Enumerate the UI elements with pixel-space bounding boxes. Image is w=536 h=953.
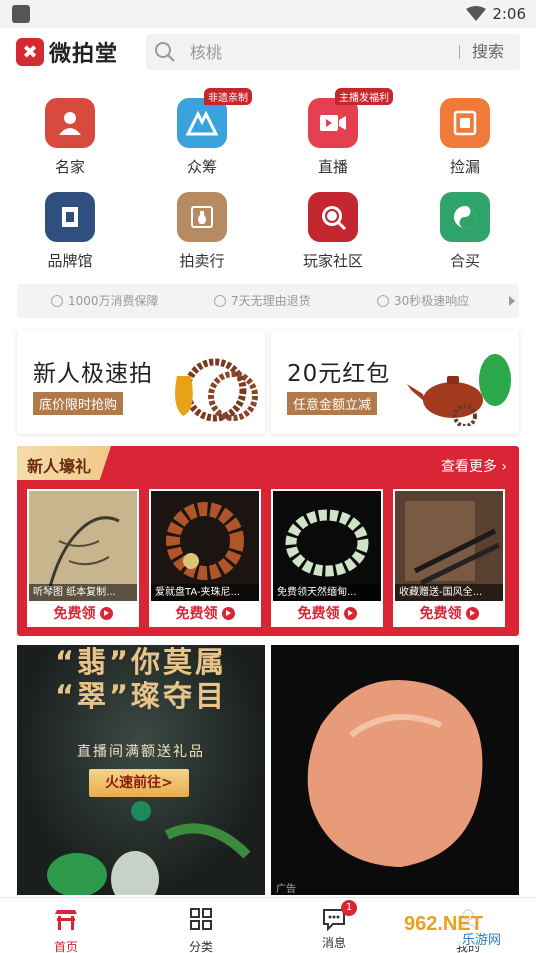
jade-live-banner[interactable]: “翡”你莫属 “翠”璨夺目 直播间满额送礼品 火速前往>: [17, 645, 265, 895]
watermark-sub: 乐游网: [462, 933, 501, 948]
promo-subtitle: 底价限时抢购: [33, 392, 124, 415]
logo-text: 微拍堂: [49, 42, 119, 67]
category-label: 合买: [449, 252, 480, 270]
notification-icon: [12, 5, 30, 23]
guarantee-item: 1000万消费保障: [51, 284, 159, 318]
category-badge: 非遗亲制: [204, 88, 252, 105]
crowdfund-icon: 非遗亲制: [177, 88, 252, 148]
wifi-icon: [466, 6, 486, 21]
category-auction-house[interactable]: 拍卖行: [157, 192, 247, 271]
app-logo[interactable]: ✖ 微拍堂: [16, 38, 119, 67]
category-community[interactable]: 玩家社区: [288, 192, 378, 271]
gift-caption: 免费领天然缅甸...: [273, 584, 381, 601]
site-watermark: 962.NET 乐游网: [398, 908, 530, 948]
nav-category[interactable]: 分类: [161, 898, 241, 953]
search-bar[interactable]: 搜索: [146, 34, 520, 70]
gift-caption: 爱就盘TA-夹珠尼...: [151, 584, 259, 601]
community-icon: [308, 192, 358, 242]
go-now-button[interactable]: 火速前往>: [89, 769, 189, 797]
app-header: ✖ 微拍堂 搜索: [0, 28, 536, 78]
nav-messages[interactable]: 1 消息: [294, 898, 374, 953]
arrow-circle-icon: [343, 606, 357, 620]
yin-yang-icon: [440, 192, 490, 242]
category-bargain[interactable]: 捡漏: [420, 98, 510, 177]
teapot-jade-image: [407, 354, 511, 426]
search-button[interactable]: 搜索: [472, 34, 504, 70]
category-badge: 主播发福利: [335, 88, 393, 105]
category-live[interactable]: 主播发福利 直播: [288, 88, 393, 177]
category-label: 拍卖行: [179, 252, 225, 270]
banner-subtitle: 直播间满额送礼品: [77, 744, 205, 760]
guarantee-item: 7天无理由退货: [214, 284, 311, 318]
amber-beads-image: [175, 358, 258, 422]
claim-free-button[interactable]: 免费领: [27, 603, 139, 625]
shield-icon: [51, 295, 63, 307]
category-label: 玩家社区: [302, 252, 363, 270]
nav-label: 消息: [321, 936, 346, 950]
category-brand-hall[interactable]: 品牌馆: [25, 192, 115, 271]
nav-label: 首页: [53, 940, 78, 953]
see-more-link[interactable]: 查看更多 ›: [441, 456, 507, 476]
unread-badge: 1: [341, 900, 357, 916]
search-input[interactable]: [190, 34, 440, 70]
claim-free-button[interactable]: 免费领: [149, 603, 261, 625]
home-gate-icon: [55, 910, 77, 930]
promo-title: 新人极速拍: [33, 361, 153, 387]
category-label: 捡漏: [449, 158, 480, 176]
newcomer-gift-section: 新人壕礼 查看更多 › 听琴图 纸本复制... 免费领 爱就盘TA-夹珠尼...…: [17, 446, 519, 636]
gift-item[interactable]: 收藏赠送-国风全... 免费领: [393, 489, 505, 627]
bargain-icon: [440, 98, 490, 148]
category-label: 名家: [54, 158, 85, 176]
gift-item[interactable]: 听琴图 纸本复制... 免费领: [27, 489, 139, 627]
vase-icon: [177, 192, 227, 242]
category-crowdfunding[interactable]: 非遗亲制 众筹: [157, 88, 252, 177]
grid-icon: [190, 908, 212, 930]
lightning-icon: [377, 295, 389, 307]
stone-image: [307, 680, 483, 867]
truck-icon: [214, 295, 226, 307]
status-bar: 2:06: [0, 0, 536, 28]
category-label: 品牌馆: [47, 252, 93, 270]
logo-gavel-icon: ✖: [16, 38, 44, 66]
chevron-right-icon: [509, 296, 515, 306]
category-group-buy[interactable]: 合买: [420, 192, 510, 271]
message-icon: 1: [321, 900, 357, 932]
jade-pendant-image: [47, 801, 251, 895]
search-divider: [459, 45, 460, 59]
gift-title: 新人壕礼: [27, 457, 92, 476]
claim-free-button[interactable]: 免费领: [271, 603, 383, 625]
search-icon: [155, 42, 175, 62]
chevron-right-icon: ›: [501, 459, 507, 475]
arrow-circle-icon: [221, 606, 235, 620]
gift-item[interactable]: 爱就盘TA-夹珠尼... 免费领: [149, 489, 261, 627]
promo-title: 20元红包: [287, 361, 391, 387]
arrow-circle-icon: [465, 606, 479, 620]
nav-home[interactable]: 首页: [26, 898, 106, 953]
claim-free-button[interactable]: 免费领: [393, 603, 505, 625]
arrow-circle-icon: [99, 606, 113, 620]
promo-subtitle: 任意金额立减: [287, 392, 378, 415]
gift-item[interactable]: 免费领天然缅甸... 免费领: [271, 489, 383, 627]
brand-hall-icon: [45, 192, 95, 242]
gift-caption: 听琴图 纸本复制...: [29, 584, 137, 601]
gift-title-tab: 新人壕礼: [17, 446, 111, 480]
stone-ad-banner[interactable]: [271, 645, 519, 895]
category-label: 众筹: [186, 158, 217, 176]
watermark-main: 962.NET: [404, 913, 483, 935]
gift-caption: 收藏赠送-国风全...: [395, 584, 503, 601]
nav-label: 分类: [188, 940, 213, 953]
video-camera-icon: 主播发福利: [308, 88, 393, 148]
artist-icon: [45, 98, 95, 148]
promo-red-packet[interactable]: 20元红包 任意金额立减: [271, 330, 519, 434]
category-label: 直播: [317, 158, 348, 176]
category-famous-artists[interactable]: 名家: [25, 98, 115, 177]
ad-label: 广告: [276, 884, 296, 895]
status-time: 2:06: [492, 5, 526, 23]
banner-line-2: “翠”璨夺目: [54, 679, 228, 713]
promo-new-user-auction[interactable]: 新人极速拍 底价限时抢购: [17, 330, 265, 434]
guarantee-strip[interactable]: 1000万消费保障 7天无理由退货 30秒极速响应: [17, 284, 519, 318]
guarantee-item: 30秒极速响应: [377, 284, 469, 318]
